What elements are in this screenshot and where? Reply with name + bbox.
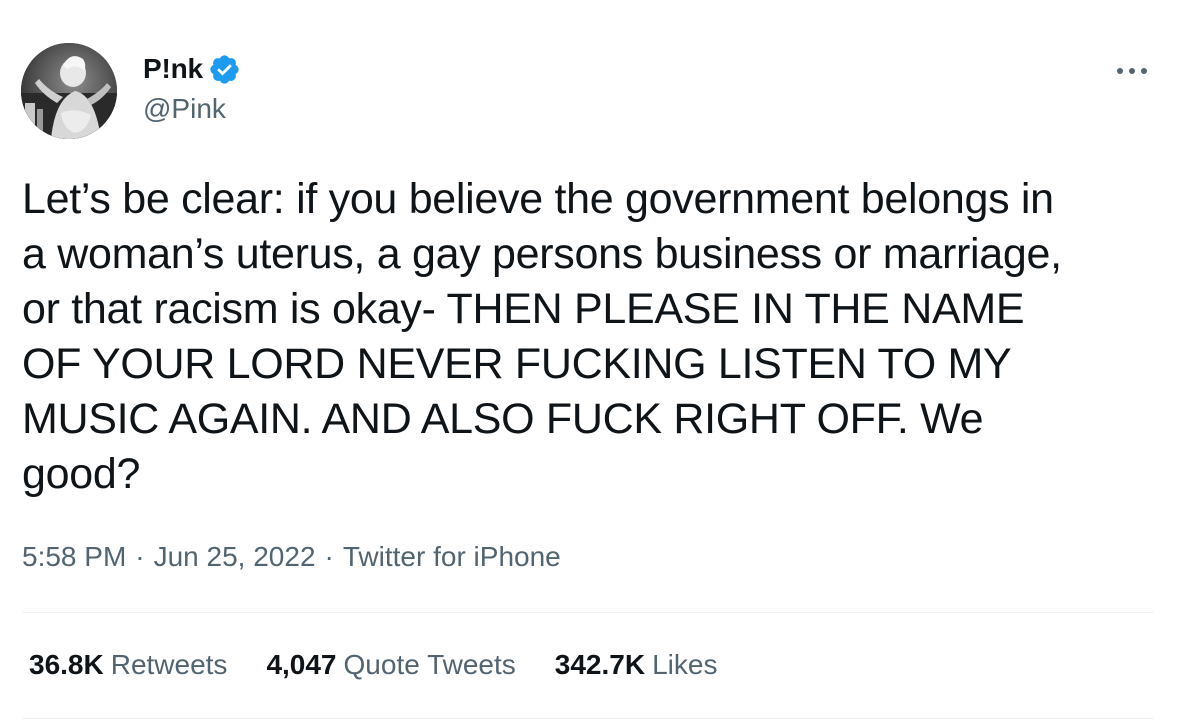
tweet-card: P!nk @Pink Let’s be clear: if you believ… xyxy=(0,0,1190,724)
author-name-row: P!nk xyxy=(143,52,241,86)
tweet-meta: 5:58 PM · Jun 25, 2022 · Twitter for iPhon… xyxy=(22,541,561,573)
tweet-date: Jun 25, 2022 xyxy=(153,541,316,572)
retweets-label: Retweets xyxy=(110,649,228,680)
more-options-button[interactable] xyxy=(1112,56,1152,86)
tweet-stats: 36.8K Retweets 4,047 Quote Tweets 342.7K Li… xyxy=(29,649,756,681)
quote-tweets-stat[interactable]: 4,047 Quote Tweets xyxy=(266,649,515,681)
more-options-icon xyxy=(1117,68,1147,74)
quote-tweets-count: 4,047 xyxy=(266,649,337,680)
divider xyxy=(22,718,1154,719)
divider xyxy=(22,612,1154,613)
quote-tweets-label: Quote Tweets xyxy=(343,649,516,680)
avatar-photo xyxy=(21,43,117,139)
meta-separator: · xyxy=(135,541,145,572)
tweet-text: Let’s be clear: if you believe the gover… xyxy=(22,172,1162,502)
likes-count: 342.7K xyxy=(554,649,646,680)
tweet-timestamp-link[interactable]: 5:58 PM · Jun 25, 2022 xyxy=(22,541,316,573)
tweet-text-line: Let’s be clear: if you believe the gover… xyxy=(22,175,1054,223)
tweet-text-line: a woman’s uterus, a gay persons business… xyxy=(22,230,1062,278)
retweets-stat[interactable]: 36.8K Retweets xyxy=(29,649,227,681)
author-handle[interactable]: @Pink xyxy=(143,93,226,125)
meta-separator: · xyxy=(324,541,334,572)
tweet-source-link[interactable]: Twitter for iPhone xyxy=(343,541,561,573)
retweets-count: 36.8K xyxy=(29,649,104,680)
likes-label: Likes xyxy=(652,649,718,680)
avatar[interactable] xyxy=(21,43,117,139)
tweet-text-line: or that racism is okay- THEN PLEASE IN T… xyxy=(22,285,1025,333)
author-display-name[interactable]: P!nk xyxy=(143,53,203,85)
tweet-text-line: MUSIC AGAIN. AND ALSO FUCK RIGHT OFF. We xyxy=(22,395,984,443)
verified-badge-icon xyxy=(208,53,241,86)
likes-stat[interactable]: 342.7K Likes xyxy=(555,649,718,681)
tweet-time: 5:58 PM xyxy=(22,541,127,572)
tweet-text-line: good? xyxy=(22,450,141,498)
tweet-text-line: OF YOUR LORD NEVER FUCKING LISTEN TO MY xyxy=(22,340,1012,388)
